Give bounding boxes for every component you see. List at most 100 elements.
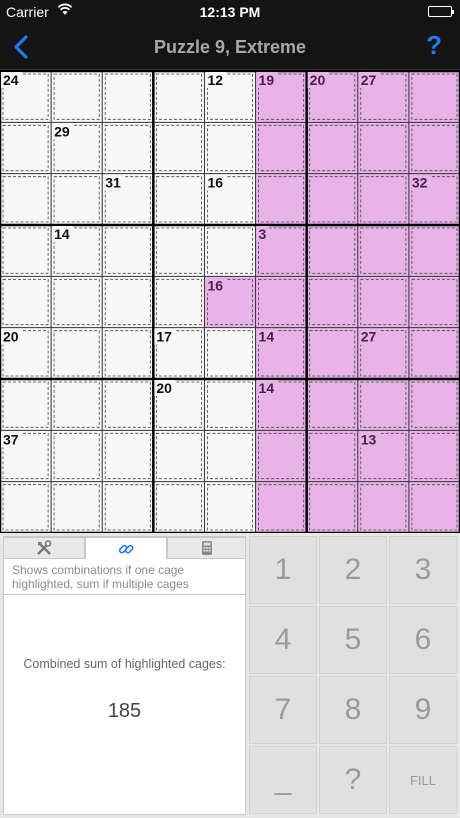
tab-tools[interactable] — [3, 537, 85, 559]
calculator-icon — [201, 541, 212, 555]
battery-icon — [428, 6, 454, 17]
grid-cell[interactable] — [102, 327, 154, 379]
grid-cell[interactable] — [102, 379, 154, 431]
grid-cell[interactable] — [153, 225, 205, 277]
grid-cell[interactable] — [0, 481, 52, 533]
grid-cell[interactable] — [51, 327, 103, 379]
highlighted-cell — [306, 276, 358, 328]
key-5[interactable]: 5 — [319, 606, 387, 674]
cage-sum-label: 32 — [412, 175, 428, 191]
grid-cell[interactable] — [102, 481, 154, 533]
highlighted-cell — [357, 481, 409, 533]
highlighted-cell — [357, 276, 409, 328]
highlighted-cell — [255, 173, 307, 225]
highlighted-cell — [306, 122, 358, 174]
bottom-area: Shows combinations if one cage highlight… — [0, 533, 460, 818]
cage-sum-label: 16 — [207, 277, 223, 293]
highlighted-cell — [306, 225, 358, 277]
grid-cell[interactable] — [153, 481, 205, 533]
key-1[interactable]: 1 — [249, 536, 317, 604]
tab-calculator[interactable] — [167, 537, 246, 559]
grid-cell[interactable] — [0, 225, 52, 277]
key-9[interactable]: 9 — [389, 676, 457, 744]
grid-cell[interactable] — [153, 276, 205, 328]
grid-cell[interactable] — [102, 225, 154, 277]
tools-icon — [37, 540, 52, 555]
cage-sum-label: 13 — [361, 431, 377, 447]
cage-sum-label: 20 — [156, 380, 172, 396]
grid-cell[interactable] — [102, 71, 154, 123]
grid-cell[interactable] — [204, 225, 256, 277]
cage-sum-label: 19 — [259, 72, 275, 88]
grid-cell[interactable] — [102, 276, 154, 328]
grid-cell[interactable] — [153, 430, 205, 482]
help-button[interactable]: ? — [426, 30, 442, 61]
cage-sum-label: 29 — [54, 123, 70, 139]
grid-cell[interactable] — [204, 481, 256, 533]
highlighted-cell — [408, 379, 460, 431]
status-bar: Carrier 12:13 PM — [0, 0, 460, 24]
grid-cell[interactable] — [51, 481, 103, 533]
cage-sum-label: 37 — [3, 431, 19, 447]
grid-cell[interactable] — [204, 430, 256, 482]
grid-cell[interactable] — [153, 173, 205, 225]
page-title: Puzzle 9, Extreme — [153, 37, 307, 57]
key-6[interactable]: 6 — [389, 606, 457, 674]
highlighted-cell — [357, 173, 409, 225]
grid-cell[interactable] — [0, 122, 52, 174]
key-7[interactable]: 7 — [249, 676, 317, 744]
grid-cell[interactable] — [204, 122, 256, 174]
grid-cell[interactable] — [51, 430, 103, 482]
tool-panel: Shows combinations if one cage highlight… — [3, 536, 246, 815]
grid-cell[interactable] — [153, 122, 205, 174]
cage-sum-label: 14 — [54, 226, 70, 242]
cage-sum-label: 14 — [259, 329, 275, 345]
combined-sum-value: 185 — [107, 700, 142, 722]
grid-cell[interactable] — [51, 276, 103, 328]
highlighted-cell — [408, 122, 460, 174]
key-2[interactable]: 2 — [319, 536, 387, 604]
grid-cell[interactable] — [102, 122, 154, 174]
cage-sum-label: 27 — [361, 72, 377, 88]
highlighted-cell — [306, 327, 358, 379]
highlighted-cell — [357, 379, 409, 431]
highlighted-cell — [408, 430, 460, 482]
grid-cell[interactable] — [153, 71, 205, 123]
highlighted-cell — [408, 481, 460, 533]
nav-bar: Puzzle 9, Extreme ? — [0, 24, 460, 70]
tab-link[interactable] — [85, 537, 167, 559]
key-hint[interactable]: ? — [319, 746, 387, 814]
key-3[interactable]: 3 — [389, 536, 457, 604]
highlighted-cell — [408, 327, 460, 379]
key-blank[interactable]: _ — [249, 746, 317, 814]
grid-cell[interactable] — [51, 71, 103, 123]
grid-cell[interactable] — [204, 379, 256, 431]
key-fill[interactable]: FILL — [389, 746, 457, 814]
grid-cell[interactable] — [0, 173, 52, 225]
key-8[interactable]: 8 — [319, 676, 387, 744]
cage-sum-label: 27 — [361, 329, 377, 345]
puzzle-grid[interactable]: 24 12 19 20 27 29 31 16 32 14 3 16 20 17 14 27 20 14 37 13 — [0, 71, 460, 533]
key-4[interactable]: 4 — [249, 606, 317, 674]
highlighted-cell — [255, 481, 307, 533]
highlighted-cell — [357, 122, 409, 174]
grid-cell[interactable] — [102, 430, 154, 482]
panel-hint: Shows combinations if one cage highlight… — [4, 559, 245, 595]
grid-cell[interactable] — [51, 173, 103, 225]
grid-cell[interactable] — [0, 276, 52, 328]
cage-sum-label: 14 — [259, 380, 275, 396]
highlighted-cell — [306, 430, 358, 482]
grid-cell[interactable] — [51, 379, 103, 431]
highlighted-cell — [408, 71, 460, 123]
highlighted-cell — [255, 276, 307, 328]
highlighted-cell — [306, 173, 358, 225]
grid-cell[interactable] — [0, 379, 52, 431]
link-icon — [118, 544, 134, 553]
grid-cell[interactable] — [204, 327, 256, 379]
highlighted-cell — [408, 225, 460, 277]
cage-sum-label: 20 — [310, 72, 326, 88]
cage-sum-label: 16 — [207, 175, 223, 191]
highlighted-cell — [306, 481, 358, 533]
highlighted-cell — [255, 430, 307, 482]
grid-canvas[interactable]: 24 12 19 20 27 29 31 16 32 14 3 16 20 17 14 27 20 14 37 13 — [0, 71, 460, 533]
